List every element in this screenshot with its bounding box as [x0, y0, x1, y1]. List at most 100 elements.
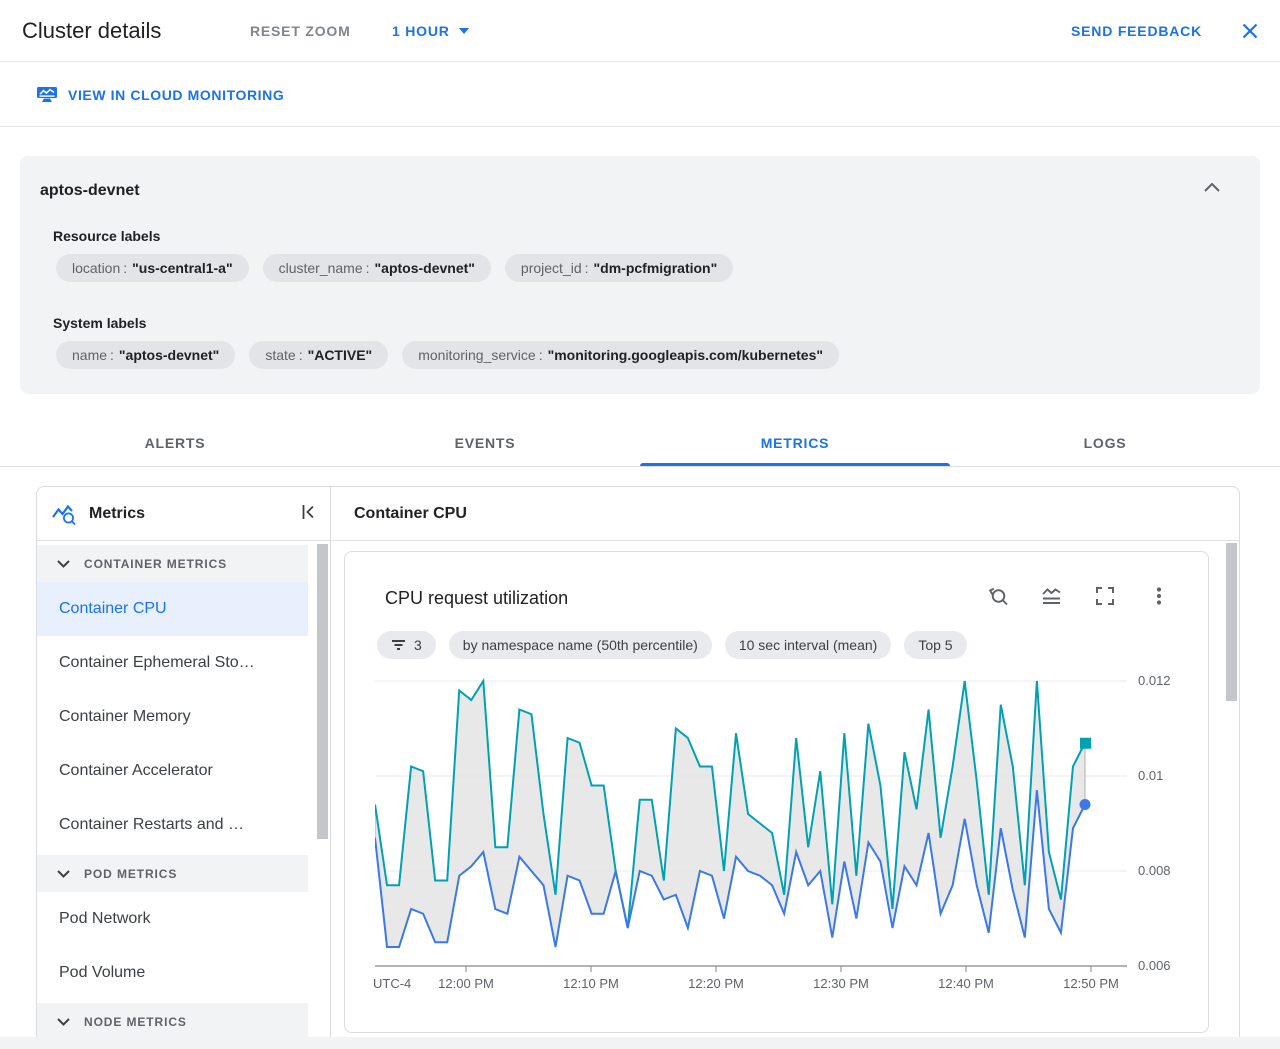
- chart-chip-label: 10 sec interval (mean): [738, 637, 878, 653]
- sidebar-item-container-accelerator[interactable]: Container Accelerator: [37, 744, 308, 798]
- tab-logs[interactable]: LOGS: [950, 420, 1260, 466]
- system-label-value: "ACTIVE": [307, 347, 373, 363]
- resource-label-chip: cluster_name: "aptos-devnet": [262, 254, 491, 282]
- tab-events[interactable]: EVENTS: [330, 420, 640, 466]
- collapse-panel-icon: [302, 505, 314, 519]
- chart-card: CPU request utilization 3 by namespace na…: [344, 551, 1209, 1033]
- chart-chip-label: 3: [414, 637, 422, 653]
- system-label-chip: monitoring_service: "monitoring.googleapi…: [402, 341, 840, 369]
- sidebar-title: Metrics: [89, 504, 146, 522]
- x-axis-tick-label: 12:00 PM: [438, 976, 494, 991]
- resource-label-key: project_id: [520, 260, 582, 276]
- chart-chip-label: by namespace name (50th percentile): [462, 637, 698, 653]
- resource-label-key: location: [72, 260, 121, 276]
- sidebar-item-container-restarts-and[interactable]: Container Restarts and …: [37, 798, 308, 852]
- close-icon: [1242, 23, 1258, 38]
- chart-chip[interactable]: by namespace name (50th percentile): [448, 631, 712, 659]
- monitoring-link-label: VIEW IN CLOUD MONITORING: [68, 86, 285, 103]
- sidebar-section-container-metrics[interactable]: CONTAINER METRICS: [37, 545, 308, 582]
- sidebar-section-node-metrics[interactable]: NODE METRICS: [37, 1003, 308, 1037]
- send-feedback-button[interactable]: SEND FEEDBACK: [1071, 23, 1202, 39]
- chart-chip[interactable]: Top 5: [904, 631, 967, 659]
- dialog-header: Cluster details RESET ZOOM 1 HOUR SEND F…: [0, 0, 1280, 62]
- chevron-down-icon: [57, 559, 70, 568]
- cluster-details-dialog: Cluster details RESET ZOOM 1 HOUR SEND F…: [0, 0, 1280, 1049]
- page-background-strip: [0, 1037, 1280, 1049]
- collapse-card-button[interactable]: [1204, 180, 1220, 195]
- x-axis-tick-label: 12:30 PM: [813, 976, 869, 991]
- metric-group-heading: Container CPU: [332, 487, 1239, 541]
- label-separator: :: [298, 347, 303, 363]
- sidebar-item-container-cpu[interactable]: Container CPU: [37, 582, 308, 636]
- x-axis-timezone-label: UTC-4: [373, 976, 412, 991]
- fullscreen-button[interactable]: [1093, 584, 1117, 608]
- sidebar-item-pod-network[interactable]: Pod Network: [37, 892, 308, 946]
- zoom-reset-button[interactable]: [985, 584, 1009, 608]
- system-labels-title: System labels: [53, 315, 147, 331]
- chevron-down-icon: [57, 869, 70, 878]
- resource-label-value: "aptos-devnet": [374, 260, 475, 276]
- resource-label-value: "us-central1-a": [132, 260, 233, 276]
- chevron-down-icon: [57, 1017, 70, 1026]
- system-label-value: "aptos-devnet": [118, 347, 220, 363]
- chart-chip[interactable]: 3: [377, 631, 436, 659]
- x-axis-tick-label: 12:50 PM: [1063, 976, 1119, 991]
- system-labels-row: name: "aptos-devnet" state: "ACTIVE" monitor…: [56, 341, 840, 369]
- collapse-sidebar-button[interactable]: [301, 504, 316, 523]
- cpu-utilization-chart[interactable]: [375, 670, 1127, 976]
- resource-label-chip: location: "us-central1-a": [56, 254, 249, 282]
- sidebar-item-pod-volume[interactable]: Pod Volume: [37, 946, 308, 1000]
- chevron-down-icon: [458, 27, 469, 34]
- sidebar-section-label: CONTAINER METRICS: [84, 556, 228, 571]
- tab-alerts[interactable]: ALERTS: [20, 420, 330, 466]
- label-separator: :: [538, 347, 543, 363]
- more-options-icon: [1156, 586, 1161, 605]
- filter-icon: [392, 640, 405, 650]
- label-separator: :: [365, 260, 370, 276]
- chevron-up-icon: [1204, 182, 1220, 192]
- resource-label-chip: project_id: "dm-pcfmigration": [504, 254, 734, 282]
- chart-chip-label: Top 5: [918, 637, 953, 653]
- metrics-sidebar: Metrics CONTAINER METRICS Container CPU Co…: [37, 487, 331, 1037]
- sidebar-item-container-memory[interactable]: Container Memory: [37, 690, 308, 744]
- tab-bar: ALERTS EVENTS METRICS LOGS: [0, 420, 1280, 467]
- system-label-chip: name: "aptos-devnet": [56, 341, 236, 369]
- y-axis-tick-label: 0.01: [1138, 768, 1164, 783]
- sidebar-header: Metrics: [37, 487, 330, 541]
- close-button[interactable]: [1234, 15, 1266, 47]
- system-label-chip: state: "ACTIVE": [249, 341, 389, 369]
- chart-title: CPU request utilization: [385, 588, 569, 608]
- cluster-info-card: aptos-devnet Resource labels location: "u…: [20, 156, 1260, 394]
- resource-label-key: cluster_name: [278, 260, 363, 276]
- sidebar-scrollbar[interactable]: [317, 544, 328, 839]
- resource-labels-title: Resource labels: [53, 228, 161, 244]
- cluster-name: aptos-devnet: [40, 182, 140, 199]
- sidebar-scroll-area: CONTAINER METRICS Container CPU Container …: [37, 542, 330, 1037]
- view-in-cloud-monitoring-link[interactable]: VIEW IN CLOUD MONITORING: [36, 86, 284, 103]
- system-label-key: state: [265, 347, 296, 363]
- fullscreen-icon: [1095, 586, 1114, 605]
- metrics-icon: [52, 504, 76, 525]
- sidebar-section-label: NODE METRICS: [84, 1014, 187, 1029]
- x-axis-tick-label: 12:40 PM: [938, 976, 994, 991]
- more-options-button[interactable]: [1147, 584, 1171, 608]
- tab-metrics[interactable]: METRICS: [640, 420, 950, 466]
- reset-zoom-button[interactable]: RESET ZOOM: [250, 23, 351, 39]
- label-separator: :: [584, 260, 589, 276]
- monitoring-link-bar: VIEW IN CLOUD MONITORING: [0, 63, 1280, 127]
- system-label-value: "monitoring.googleapis.com/kubernetes": [547, 347, 824, 363]
- sidebar-section-pod-metrics[interactable]: POD METRICS: [37, 855, 308, 892]
- resource-label-value: "dm-pcfmigration": [593, 260, 718, 276]
- time-range-dropdown[interactable]: 1 HOUR: [392, 23, 469, 39]
- area-chart-button[interactable]: [1039, 584, 1063, 608]
- label-separator: :: [110, 347, 114, 363]
- resource-labels-row: location: "us-central1-a" cluster_name: "ap…: [56, 254, 734, 282]
- main-scrollbar[interactable]: [1226, 543, 1237, 701]
- page-title: Cluster details: [22, 17, 162, 43]
- chart-actions: [985, 584, 1171, 608]
- system-label-key: monitoring_service: [418, 347, 536, 363]
- x-axis-tick-label: 12:20 PM: [688, 976, 744, 991]
- x-axis-tick-label: 12:10 PM: [563, 976, 619, 991]
- chart-chip[interactable]: 10 sec interval (mean): [724, 631, 892, 659]
- sidebar-item-container-ephemeral-sto[interactable]: Container Ephemeral Sto…: [37, 636, 308, 690]
